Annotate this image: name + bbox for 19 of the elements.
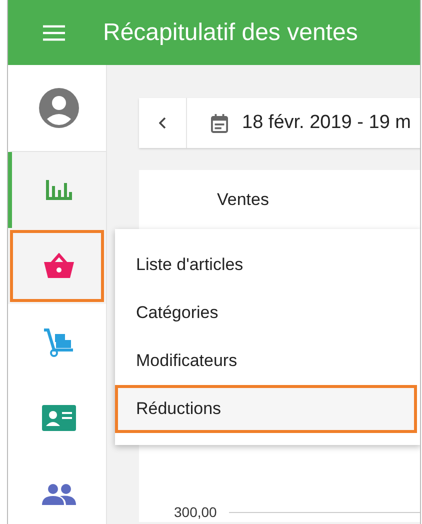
sidebar-item[interactable] [8, 228, 106, 304]
basket-icon [43, 253, 75, 279]
id-card-icon [42, 405, 76, 431]
user-icon [39, 88, 79, 128]
menu-icon[interactable] [43, 24, 65, 40]
people-icon [42, 483, 76, 505]
hand-truck-icon [43, 327, 75, 357]
menu-item[interactable]: Modificateurs [115, 337, 420, 385]
page-title: Récapitulatif des ventes [103, 18, 358, 46]
menu-item[interactable]: Réductions [115, 385, 417, 433]
calendar-icon [211, 114, 228, 132]
menu-item[interactable]: Liste d'articles [115, 241, 420, 289]
axis-label: 300,00 [174, 504, 217, 520]
sidebar-item[interactable] [8, 152, 106, 228]
date-range-picker[interactable]: 18 févr. 2019 - 19 m [187, 98, 411, 148]
menu-item[interactable]: Catégories [115, 289, 420, 337]
bar-chart-icon [46, 180, 72, 200]
report-tab[interactable]: Ventes [217, 190, 269, 210]
chevron-left-icon [158, 117, 166, 129]
